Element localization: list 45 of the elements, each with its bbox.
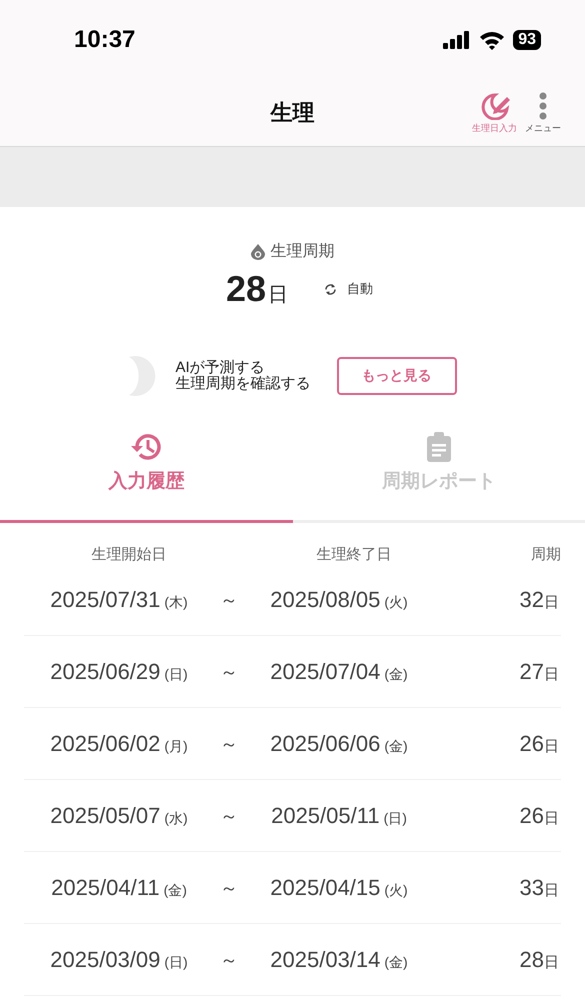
column-header: 生理終了日 bbox=[316, 546, 392, 563]
entry-button[interactable]: 生理日入力 bbox=[472, 92, 517, 134]
end-date: 2025/07/04 (金) bbox=[269, 658, 409, 684]
clipboard-icon bbox=[426, 432, 452, 462]
column-header: 周期 bbox=[531, 546, 561, 563]
cycle-length: 33日 bbox=[520, 874, 559, 900]
range-separator: ～ bbox=[219, 804, 239, 828]
wifi-icon bbox=[479, 30, 506, 50]
mode-label: 自動 bbox=[347, 280, 374, 298]
refresh-icon bbox=[324, 282, 338, 296]
range-separator: ～ bbox=[219, 732, 239, 756]
signal-icon bbox=[443, 31, 472, 49]
drop-icon bbox=[250, 244, 264, 260]
cycle-length: 26日 bbox=[520, 802, 559, 828]
cycle-length: 27日 bbox=[520, 658, 559, 684]
battery-level: 93 bbox=[513, 30, 541, 50]
range-separator: ～ bbox=[219, 588, 239, 612]
cycle-length: 32日 bbox=[520, 586, 559, 612]
start-date: 2025/04/11 (金) bbox=[50, 874, 188, 900]
start-date: 2025/05/07 (水) bbox=[49, 802, 189, 828]
range-separator: ～ bbox=[219, 948, 239, 972]
range-separator: ～ bbox=[219, 660, 239, 684]
status-time: 10:37 bbox=[74, 26, 136, 54]
column-header: 生理開始日 bbox=[92, 546, 166, 563]
cycle-length: 28日 bbox=[520, 946, 559, 972]
tab[interactable]: 入力履歴 bbox=[0, 426, 292, 523]
end-date: 2025/05/11 (日) bbox=[270, 802, 408, 828]
ai-prompt-text: AIが予測する 生理周期を確認する bbox=[176, 360, 310, 392]
more-button[interactable]: もっと見る bbox=[336, 357, 456, 395]
end-date: 2025/03/14 (金) bbox=[269, 946, 409, 972]
end-date: 2025/06/06 (金) bbox=[269, 730, 409, 756]
start-date: 2025/06/02 (月) bbox=[49, 730, 189, 756]
range-separator: ～ bbox=[219, 876, 239, 900]
end-date: 2025/04/15 (火) bbox=[269, 874, 409, 900]
start-date: 2025/07/31 (木) bbox=[49, 586, 189, 612]
end-date: 2025/08/05 (火) bbox=[269, 586, 409, 612]
cycle-label: 生理周期 bbox=[270, 242, 334, 262]
menu-icon bbox=[538, 92, 548, 120]
page-title: 生理 bbox=[270, 100, 314, 125]
history-icon bbox=[129, 432, 164, 462]
start-date: 2025/06/29 (日) bbox=[49, 658, 189, 684]
start-date: 2025/03/09 (日) bbox=[49, 946, 189, 972]
cycle-value: 28 日 bbox=[226, 268, 288, 310]
cycle-length: 26日 bbox=[520, 730, 559, 756]
menu-button[interactable]: メニュー bbox=[525, 92, 561, 134]
